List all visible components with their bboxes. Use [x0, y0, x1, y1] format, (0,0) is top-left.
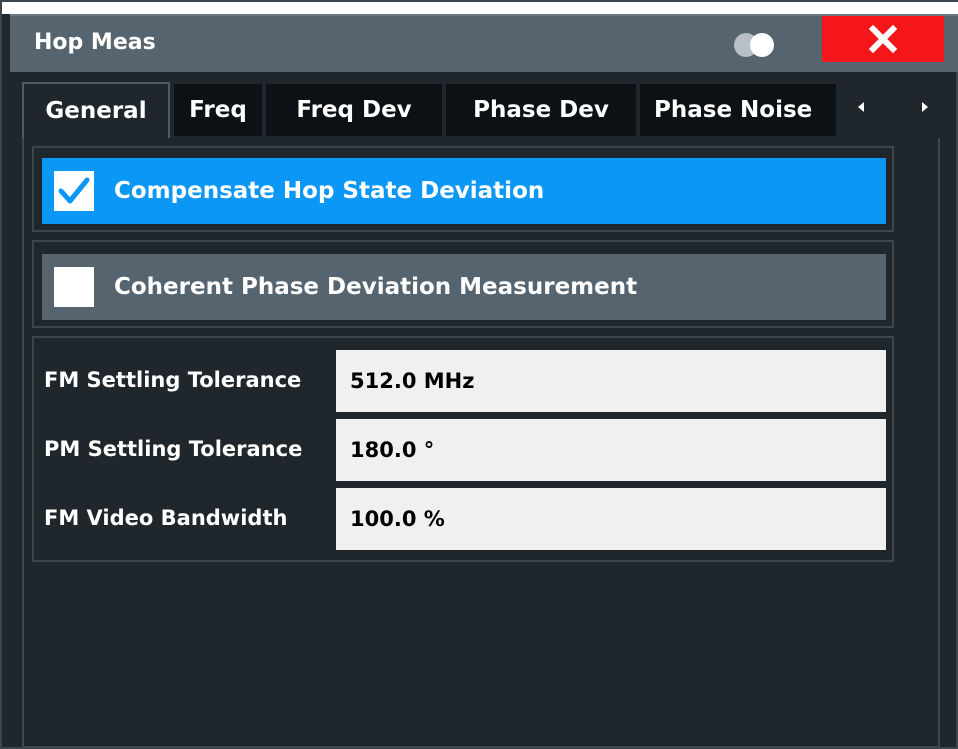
close-icon — [868, 24, 898, 54]
fm-settling-tolerance-label: FM Settling Tolerance — [44, 368, 302, 392]
dialog-titlebar[interactable]: Hop Meas — [10, 14, 958, 72]
tab-phase-dev-label: Phase Dev — [473, 97, 609, 123]
tab-freq-dev-label: Freq Dev — [296, 97, 412, 123]
settings-group: FM Settling Tolerance 512.0 MHz PM Settl… — [32, 336, 894, 562]
coherent-checkbox[interactable] — [54, 267, 94, 307]
compensate-label: Compensate Hop State Deviation — [114, 178, 545, 204]
fm-settling-tolerance-input[interactable]: 512.0 MHz — [336, 350, 886, 412]
coherent-group: Coherent Phase Deviation Measurement — [32, 240, 894, 328]
fm-settling-tolerance-row: FM Settling Tolerance 512.0 MHz — [42, 350, 888, 412]
transparency-toggle-icon[interactable] — [730, 31, 780, 59]
pm-settling-tolerance-input[interactable]: 180.0 ° — [336, 419, 886, 481]
tab-phase-dev[interactable]: Phase Dev — [446, 84, 636, 136]
checkmark-icon — [58, 177, 90, 204]
coherent-label: Coherent Phase Deviation Measurement — [114, 274, 638, 300]
dialog-title: Hop Meas — [34, 30, 156, 55]
pm-settling-tolerance-row: PM Settling Tolerance 180.0 ° — [42, 419, 888, 481]
fm-video-bandwidth-input[interactable]: 100.0 % — [336, 488, 886, 550]
compensate-option[interactable]: Compensate Hop State Deviation — [42, 158, 886, 224]
pm-settling-tolerance-label: PM Settling Tolerance — [44, 437, 303, 461]
tab-general-label: General — [45, 98, 147, 124]
tab-content-general: Compensate Hop State Deviation Coherent … — [22, 138, 940, 748]
hop-meas-dialog: Hop Meas General Freq Freq Dev Phase Dev… — [0, 0, 958, 749]
close-button[interactable] — [822, 16, 944, 62]
coherent-option[interactable]: Coherent Phase Deviation Measurement — [42, 254, 886, 320]
fm-video-bandwidth-label: FM Video Bandwidth — [44, 506, 288, 530]
tab-phase-noise[interactable]: Phase Noise — [640, 84, 836, 136]
tab-freq-dev[interactable]: Freq Dev — [266, 84, 442, 136]
tab-freq-label: Freq — [189, 97, 247, 123]
tab-phase-noise-label: Phase Noise — [654, 97, 813, 123]
tab-general[interactable]: General — [22, 82, 170, 138]
tab-freq[interactable]: Freq — [174, 84, 262, 136]
compensate-group: Compensate Hop State Deviation — [32, 146, 894, 232]
scroll-right-icon[interactable] — [922, 102, 928, 112]
fm-video-bandwidth-row: FM Video Bandwidth 100.0 % — [42, 488, 888, 550]
top-edge — [2, 2, 958, 14]
tab-bar: General Freq Freq Dev Phase Dev Phase No… — [22, 82, 950, 138]
tab-scroll-controls — [840, 84, 950, 136]
scroll-left-icon[interactable] — [858, 102, 864, 112]
compensate-checkbox[interactable] — [54, 171, 94, 211]
